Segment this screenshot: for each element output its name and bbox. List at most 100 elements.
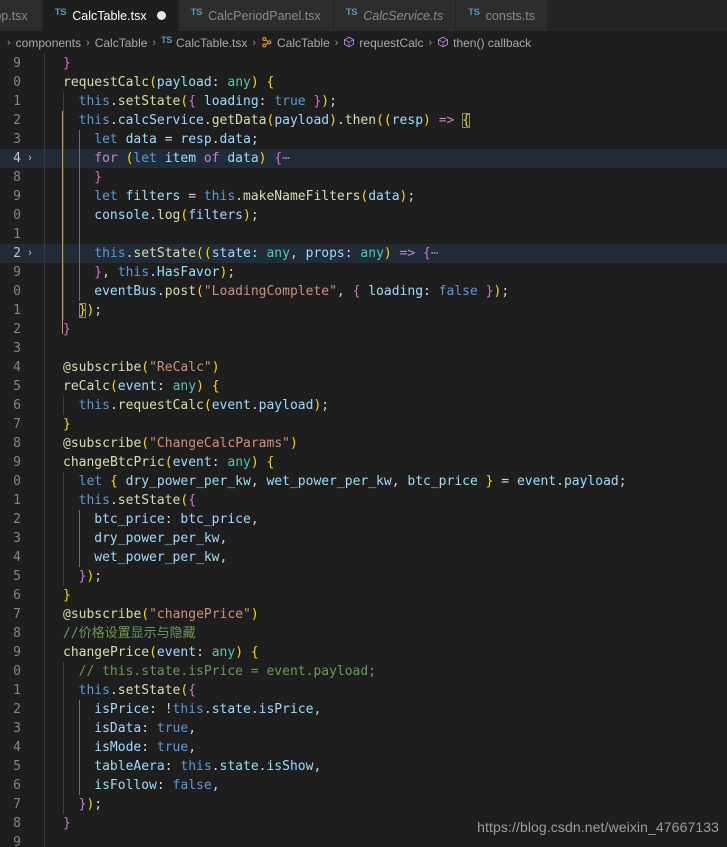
line-number: 8 <box>13 436 21 451</box>
line-number: 2 <box>13 322 21 337</box>
code-token: ( <box>141 436 150 451</box>
breadcrumb-item-then-callback[interactable]: then() callback <box>437 36 531 50</box>
code-line[interactable]: 4 @subscribe("ReCalc") <box>0 358 727 377</box>
code-line-content: } <box>63 415 727 434</box>
code-line[interactable]: 3 isData: true, <box>0 719 727 738</box>
gutter-spacer-2 <box>45 757 63 776</box>
fold-gutter-slot <box>22 795 38 814</box>
code-token: ; <box>94 303 103 318</box>
code-token: payload <box>156 75 212 90</box>
line-number: 7 <box>13 797 21 812</box>
code-token: loading <box>368 284 424 299</box>
indent-guide <box>63 149 64 168</box>
code-line[interactable]: 7}); <box>0 795 727 814</box>
code-line[interactable]: 8 @subscribe("ChangeCalcParams") <box>0 434 727 453</box>
editor-tab-calcperiodpanel-tsx[interactable]: TS CalcPeriodPanel.tsx <box>178 0 334 31</box>
code-token: HasFavor <box>156 265 220 280</box>
code-token: changeBtcPric <box>63 455 165 470</box>
code-line[interactable]: 1 this.setState({ <box>0 681 727 700</box>
code-line-content: tableAera: this.state.isShow, <box>63 757 727 776</box>
code-editor[interactable]: 9} 0 requestCalc(payload: any) {1 this.setS… <box>0 54 727 847</box>
code-line[interactable]: 5 tableAera: this.state.isShow, <box>0 757 727 776</box>
code-line[interactable]: 3 dry_power_per_kw, <box>0 529 727 548</box>
code-line[interactable]: 2 › this.setState((state: any, props: any)… <box>0 244 727 263</box>
gutter-spacer-2 <box>45 282 63 301</box>
code-line[interactable]: 0 console.log(filters); <box>0 206 727 225</box>
code-line[interactable]: 5 reCalc(event: any) { <box>0 377 727 396</box>
code-line[interactable]: 9 changePrice(event: any) { <box>0 643 727 662</box>
editor-tab-calcservice-ts[interactable]: TS CalcService.ts <box>333 0 457 31</box>
indent-guide <box>63 206 64 225</box>
unsaved-changes-icon[interactable] <box>156 11 166 20</box>
code-line[interactable]: 4 wet_power_per_kw, <box>0 548 727 567</box>
code-line[interactable]: 4 isMode: true, <box>0 738 727 757</box>
editor-tab-label: CalcPeriodPanel.tsx <box>208 8 321 23</box>
code-line-content: this.setState({ <box>63 681 727 700</box>
code-line[interactable]: 9}, this.HasFavor); <box>0 263 727 282</box>
gutter-spacer-2 <box>45 586 63 605</box>
editor-tab-consts-ts[interactable]: TS consts.ts <box>456 0 548 31</box>
line-number: 0 <box>13 474 21 489</box>
fold-toggle-icon[interactable]: › <box>22 149 38 168</box>
code-line[interactable]: 4 › for (let item of data) {⋯ <box>0 149 727 168</box>
code-line[interactable]: 8} <box>0 168 727 187</box>
breadcrumb-item-calctable[interactable]: CalcTable <box>95 36 148 50</box>
code-line[interactable]: 9 let filters = this.makeNameFilters(data… <box>0 187 727 206</box>
code-line[interactable]: 1}); <box>0 301 727 320</box>
code-line[interactable]: 0 let { dry_power_per_kw, wet_power_per_k… <box>0 472 727 491</box>
class-symbol-icon <box>261 36 273 50</box>
code-line[interactable]: 8 //价格设置显示与隐藏 <box>0 624 727 643</box>
fold-toggle-icon[interactable]: › <box>22 244 38 263</box>
editor-tab-app-tsx[interactable]: App.tsx <box>0 0 43 31</box>
indent-guide <box>63 244 64 263</box>
code-line[interactable]: 1 this.setState({ loading: true }); <box>0 92 727 111</box>
code-line[interactable]: 7} <box>0 415 727 434</box>
code-line[interactable]: 2 this.calcService.getData(payload).then(… <box>0 111 727 130</box>
code-line[interactable]: 2 btc_price: btc_price, <box>0 510 727 529</box>
indent-guide <box>78 244 80 263</box>
code-line[interactable]: 6 isFollow: false, <box>0 776 727 795</box>
code-line[interactable]: 9} <box>0 54 727 73</box>
code-tokens: }); <box>63 795 102 814</box>
breadcrumb-item-components[interactable]: components <box>16 36 81 50</box>
line-number: 7 <box>13 607 21 622</box>
code-line[interactable]: 2} <box>0 320 727 339</box>
code-tokens: @subscribe("changePrice") <box>63 605 259 624</box>
gutter-spacer-2 <box>45 833 63 847</box>
code-line[interactable]: 9 <box>0 833 727 847</box>
code-token: { <box>188 94 197 109</box>
code-token: { <box>188 683 197 698</box>
code-token: false <box>438 284 478 299</box>
code-line[interactable]: 3 let data = resp.data; <box>0 130 727 149</box>
code-token: . <box>250 702 259 717</box>
code-line[interactable]: 3 <box>0 339 727 358</box>
code-line[interactable]: 9 changeBtcPric(event: any) { <box>0 453 727 472</box>
code-line[interactable]: 0 requestCalc(payload: any) { <box>0 73 727 92</box>
code-line-content: }, this.HasFavor); <box>63 263 727 282</box>
code-line[interactable]: 0 // this.state.isPrice = event.payload; <box>0 662 727 681</box>
editor-tab-calctable-tsx[interactable]: TS CalcTable.tsx <box>42 0 179 31</box>
code-token: wet_power_per_kw <box>266 474 392 489</box>
code-line[interactable]: 6} <box>0 586 727 605</box>
code-line[interactable]: 1 this.setState({ <box>0 491 727 510</box>
breadcrumb-item-calctable-tsx[interactable]: TS CalcTable.tsx <box>161 35 247 50</box>
code-line-content: wet_power_per_kw, <box>63 548 727 567</box>
code-line[interactable]: 0 eventBus.post("LoadingComplete", { load… <box>0 282 727 301</box>
gutter-spacer-2 <box>45 738 63 757</box>
code-line[interactable]: 7 @subscribe("changePrice") <box>0 605 727 624</box>
code-line[interactable]: 2 isPrice: !this.state.isPrice, <box>0 700 727 719</box>
line-number: 1 <box>13 303 21 318</box>
breadcrumb-item-requestcalc[interactable]: requestCalc <box>343 36 423 50</box>
code-token: { <box>211 379 220 394</box>
gutter-spacer-2 <box>45 111 63 130</box>
code-line[interactable]: 6 this.requestCalc(event.payload); <box>0 396 727 415</box>
code-token: true <box>156 740 189 755</box>
code-line[interactable]: 1 <box>0 225 727 244</box>
code-line[interactable]: 5}); <box>0 567 727 586</box>
code-token: . <box>211 759 220 774</box>
fold-gutter-slot <box>22 681 38 700</box>
breadcrumb-item-calctable[interactable]: CalcTable <box>261 36 330 50</box>
